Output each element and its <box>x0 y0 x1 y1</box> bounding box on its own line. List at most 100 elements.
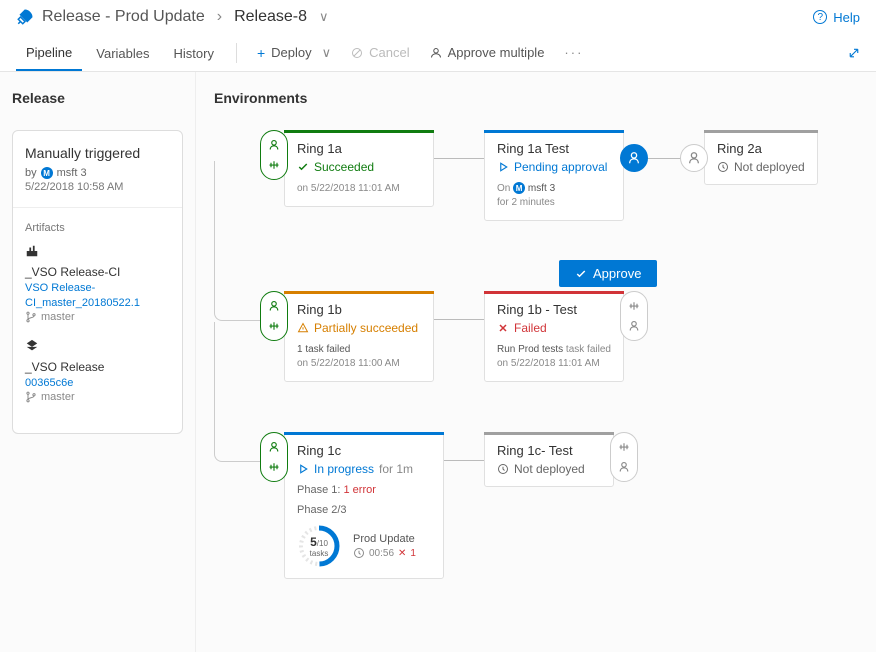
divider <box>236 43 237 63</box>
cancel-label: Cancel <box>369 45 409 60</box>
play-icon <box>297 463 309 475</box>
release-pane: Release Manually triggered by M msft 3 5… <box>0 72 195 652</box>
tab-history[interactable]: History <box>164 36 224 70</box>
status-text: Not deployed <box>734 160 805 174</box>
artifact-link[interactable]: VSO Release-CI_master_20180522.1 <box>25 282 140 309</box>
status-text: Not deployed <box>514 462 585 476</box>
timestamp: on 5/22/2018 11:01 AM <box>497 358 600 369</box>
pre-deploy-gates[interactable] <box>260 291 288 341</box>
env-ring1b[interactable]: Ring 1b Partially succeeded 1 task faile… <box>284 291 434 382</box>
connector <box>214 322 260 462</box>
release-pane-title: Release <box>12 90 183 106</box>
gate-icon <box>628 300 640 312</box>
env-subtext: On M msft 3 for 2 minutes <box>497 182 611 210</box>
env-ring2a[interactable]: Ring 2a Not deployed <box>704 130 818 185</box>
cancel-button: Cancel <box>343 41 417 64</box>
person-icon <box>618 461 630 473</box>
status-bar <box>284 130 434 133</box>
pre-deploy-gates[interactable] <box>260 130 288 180</box>
status-bar <box>284 291 434 294</box>
env-status: Succeeded <box>297 160 421 174</box>
env-ring1c-test[interactable]: Ring 1c- Test Not deployed <box>484 432 614 487</box>
artifact-1: _VSO Release-CI VSO Release-CI_master_20… <box>25 244 170 323</box>
task-name: Run Prod tests <box>497 344 563 355</box>
plus-icon: + <box>257 45 265 61</box>
person-icon <box>430 47 442 59</box>
status-bar <box>484 432 614 435</box>
env-ring1a[interactable]: Ring 1a Succeeded on 5/22/2018 11:01 AM <box>284 130 434 207</box>
env-name: Ring 1c- Test <box>497 443 601 458</box>
approver-icon[interactable] <box>680 144 708 172</box>
env-status: Not deployed <box>497 462 601 476</box>
expand-icon[interactable] <box>848 47 860 59</box>
person-icon <box>628 320 640 332</box>
env-ring1c[interactable]: Ring 1c In progress for 1m Phase 1: 1 er… <box>284 432 444 579</box>
approver-icon[interactable] <box>620 144 648 172</box>
env-name: Ring 1a <box>297 141 421 156</box>
env-ring1b-test[interactable]: Ring 1b - Test Failed Run Prod tests tas… <box>484 291 624 382</box>
env-status: In progress for 1m <box>297 462 431 476</box>
phase-1-line: Phase 1: 1 error <box>297 484 431 496</box>
connector <box>444 460 484 461</box>
progress-donut: 5/10 tasks <box>297 524 341 568</box>
env-name: Ring 1b - Test <box>497 302 611 317</box>
clock-icon <box>353 547 365 559</box>
help-label: Help <box>833 10 860 25</box>
artifact-branch: master <box>25 311 170 323</box>
status-text: Succeeded <box>314 160 374 174</box>
user-name: msft 3 <box>528 183 555 194</box>
release-icon <box>16 8 34 26</box>
chevron-down-icon[interactable]: ∨ <box>319 9 329 25</box>
top-bar: Release - Prod Update › Release-8 ∨ ? He… <box>0 0 876 34</box>
env-row-1: Ring 1a Succeeded on 5/22/2018 11:01 AM … <box>214 130 876 221</box>
avatar: M <box>513 182 525 194</box>
env-status: Failed <box>497 321 611 335</box>
progress-detail: 5/10 tasks Prod Update 00:56 ✕ 1 <box>297 524 431 568</box>
release-by: by M msft 3 <box>25 167 170 179</box>
x-icon <box>497 322 509 334</box>
env-name: Ring 1c <box>297 443 431 458</box>
breadcrumb-current[interactable]: Release-8 <box>234 8 307 26</box>
branch-icon <box>25 391 37 403</box>
clock-icon <box>717 161 729 173</box>
person-icon <box>268 139 280 151</box>
help-link[interactable]: ? Help <box>813 10 860 25</box>
status-bar <box>484 291 624 294</box>
pre-deploy-gates[interactable] <box>260 432 288 482</box>
tab-variables[interactable]: Variables <box>86 36 159 70</box>
env-status: Partially succeeded <box>297 321 421 335</box>
status-text: Partially succeeded <box>314 321 418 335</box>
status-bar <box>484 130 624 133</box>
repo-icon <box>25 339 39 353</box>
post-deploy-gates[interactable] <box>620 291 648 341</box>
deploy-label: Deploy <box>271 45 311 60</box>
approve-button[interactable]: Approve <box>559 260 657 287</box>
post-deploy-gates[interactable] <box>610 432 638 482</box>
deploy-button[interactable]: + Deploy ∨ <box>249 41 339 65</box>
clock-icon <box>497 463 509 475</box>
check-icon <box>297 161 309 173</box>
task-suffix: task failed <box>563 344 611 355</box>
connector <box>214 161 260 321</box>
tasks-total: /10 <box>317 539 328 548</box>
breadcrumb-parent[interactable]: Release - Prod Update <box>42 8 205 26</box>
env-ring1a-test[interactable]: Ring 1a Test Pending approval On M msft … <box>484 130 624 221</box>
phase-error: 1 error <box>343 484 375 496</box>
breadcrumb-separator: › <box>217 8 222 26</box>
more-button[interactable]: ··· <box>556 41 591 64</box>
status-text: In progress <box>314 462 374 476</box>
separator <box>13 207 182 208</box>
approve-multiple-button[interactable]: Approve multiple <box>422 41 553 64</box>
env-subtext: 1 task failed on 5/22/2018 11:00 AM <box>297 343 421 371</box>
status-text: Pending approval <box>514 160 607 174</box>
tab-pipeline[interactable]: Pipeline <box>16 35 82 71</box>
artifact-link[interactable]: 00365c6e <box>25 377 73 389</box>
tasks-done: 5 <box>310 535 317 549</box>
warning-icon <box>297 322 309 334</box>
artifact-name: _VSO Release-CI <box>25 265 170 279</box>
env-name: Ring 1a Test <box>497 141 611 156</box>
approve-label: Approve <box>593 266 641 281</box>
gate-icon <box>268 159 280 171</box>
timestamp: on 5/22/2018 11:00 AM <box>297 358 400 369</box>
environments-pane: Environments Ring 1a Succeeded on 5/22/2… <box>195 72 876 652</box>
